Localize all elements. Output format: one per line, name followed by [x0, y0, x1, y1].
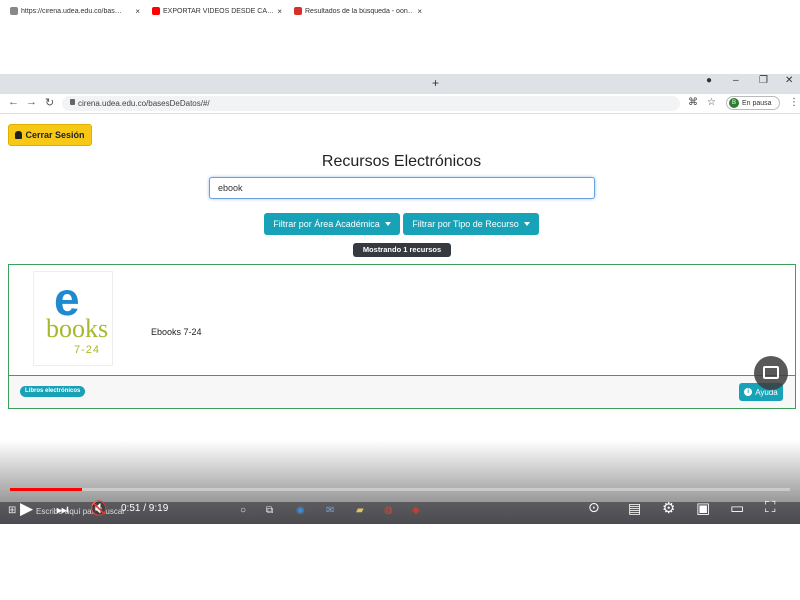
- video-time: 0:51 / 9:19: [121, 503, 169, 514]
- video-progress-track[interactable]: [10, 488, 790, 491]
- windows-start-icon[interactable]: ⊞: [8, 505, 16, 516]
- caret-down-icon: [523, 222, 530, 226]
- video-progress-fill: [10, 488, 82, 491]
- letterbox-bottom: [0, 524, 800, 600]
- theater-mode-icon[interactable]: ▭: [730, 499, 744, 517]
- app-icon[interactable]: ◆: [412, 505, 420, 516]
- command-icon[interactable]: ⌘: [688, 97, 698, 108]
- filter-academic-area-dropdown[interactable]: Filtrar por Área Académica: [264, 213, 400, 235]
- taskbar-search[interactable]: Escribe aquí para buscar: [36, 507, 125, 516]
- subtitles-icon[interactable]: ▤: [628, 500, 641, 517]
- filter-type-label: Filtrar por Tipo de Recurso: [412, 219, 519, 229]
- logout-button[interactable]: Cerrar Sesión: [8, 124, 92, 146]
- resource-type-badge: Libros electrónicos: [20, 386, 86, 397]
- page-favicon-icon: [10, 7, 18, 15]
- edge-icon[interactable]: ◉: [296, 505, 305, 516]
- logo-number: 7-24: [74, 344, 101, 356]
- avatar: B: [729, 98, 739, 108]
- results-count-badge: Mostrando 1 recursos: [353, 243, 451, 257]
- miniplayer-icon[interactable]: ▣: [696, 499, 710, 517]
- youtube-favicon-icon: [152, 7, 160, 15]
- tab-youtube[interactable]: EXPORTAR VIDEOS DESDE CA… ×: [148, 2, 286, 20]
- resource-card-footer: [9, 375, 795, 408]
- minimize-icon[interactable]: –: [733, 75, 739, 86]
- caret-down-icon: [384, 222, 391, 226]
- close-window-icon[interactable]: ✕: [785, 75, 793, 86]
- settings-gear-icon[interactable]: ⚙: [662, 499, 675, 517]
- next-icon[interactable]: ⏭: [56, 501, 69, 518]
- extension-icon[interactable]: ●: [706, 75, 712, 86]
- autoplay-toggle-icon[interactable]: ⊙: [588, 499, 600, 516]
- filter-area-label: Filtrar por Área Académica: [273, 219, 380, 229]
- lock-icon: [70, 99, 75, 105]
- page-title: Recursos Electrónicos: [321, 153, 482, 170]
- bookmark-star-icon[interactable]: ☆: [707, 97, 716, 108]
- folder-icon[interactable]: ▰: [356, 505, 364, 516]
- fullscreen-icon[interactable]: ⛶: [765, 499, 776, 516]
- tab-title: Resultados de la búsqueda - oon…: [305, 7, 414, 15]
- user-icon: [15, 131, 23, 139]
- browser-tab-bar: [0, 74, 800, 94]
- tab-cirena[interactable]: https://cirena.udea.edu.co/bas… ×: [6, 2, 144, 20]
- info-icon: i: [744, 388, 753, 396]
- new-tab-button[interactable]: +: [432, 76, 439, 90]
- address-bar[interactable]: cirena.udea.edu.co/basesDeDatos/#/: [62, 96, 680, 111]
- cortana-icon[interactable]: ○: [240, 505, 246, 516]
- logout-label: Cerrar Sesión: [25, 130, 85, 140]
- filter-resource-type-dropdown[interactable]: Filtrar por Tipo de Recurso: [403, 213, 539, 235]
- forward-arrow-icon[interactable]: →: [26, 96, 37, 108]
- play-icon[interactable]: ▶: [20, 499, 33, 519]
- ebooks-logo[interactable]: e books 7-24: [33, 271, 113, 366]
- tab-close-icon[interactable]: ×: [277, 7, 282, 16]
- cast-icon[interactable]: [754, 356, 788, 390]
- gmail-favicon-icon: [294, 7, 302, 15]
- tab-title: EXPORTAR VIDEOS DESDE CA…: [163, 7, 274, 15]
- search-input[interactable]: [209, 177, 595, 199]
- tab-close-icon[interactable]: ×: [417, 7, 422, 16]
- profile-status: En pausa: [742, 99, 772, 107]
- tab-title: https://cirena.udea.edu.co/bas…: [21, 7, 122, 15]
- task-view-icon[interactable]: ⧉: [266, 505, 273, 516]
- mute-icon[interactable]: 🔇: [90, 500, 107, 517]
- tab-gmail[interactable]: Resultados de la búsqueda - oon… ×: [290, 2, 426, 20]
- mail-icon[interactable]: ✉: [326, 505, 334, 516]
- restore-icon[interactable]: ❐: [759, 75, 768, 86]
- address-text: cirena.udea.edu.co/basesDeDatos/#/: [78, 99, 210, 108]
- chrome-icon[interactable]: ◍: [384, 505, 393, 516]
- back-arrow-icon[interactable]: ←: [8, 96, 19, 108]
- logo-books-text: books: [46, 314, 109, 343]
- reload-icon[interactable]: ↻: [45, 96, 54, 109]
- tab-close-icon[interactable]: ×: [135, 7, 140, 16]
- resource-name[interactable]: Ebooks 7-24: [151, 327, 202, 337]
- browser-menu-icon[interactable]: ⋮: [789, 97, 799, 108]
- screenshot-stage: https://cirena.udea.edu.co/bas… × EXPORT…: [0, 0, 800, 600]
- profile-button[interactable]: B En pausa: [726, 96, 780, 110]
